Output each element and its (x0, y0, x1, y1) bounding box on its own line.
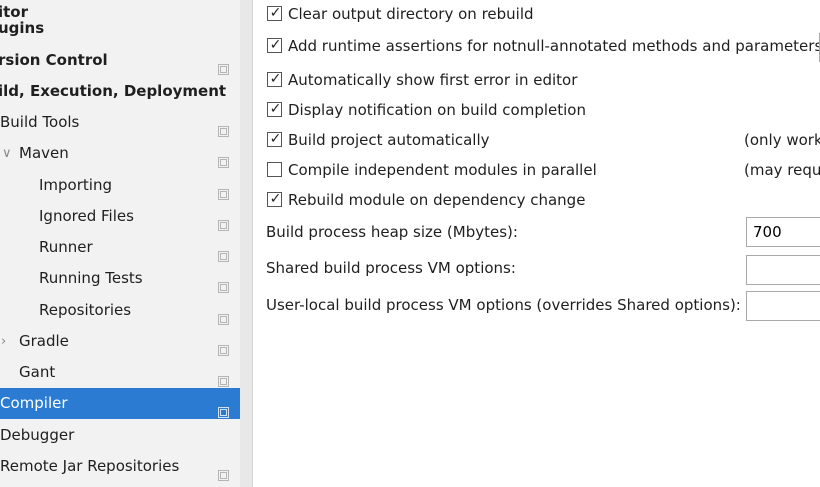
check-icon: ✓ (269, 191, 282, 207)
sidebar-item-label: Runner (39, 238, 93, 256)
runtime-assertions-checkbox[interactable]: ✓ (267, 37, 282, 53)
project-level-icon (218, 367, 229, 387)
sidebar-item-compiler[interactable]: Compiler (0, 388, 240, 419)
sidebar-item-build-execution-deployment[interactable]: ild, Execution, Deployment (0, 76, 240, 107)
sidebar-item-runner[interactable]: Runner (0, 232, 240, 263)
sidebar-item-label: Maven (19, 144, 69, 162)
check-icon: ✓ (269, 5, 282, 21)
sidebar-item-importing[interactable]: Importing (0, 170, 240, 201)
sidebar-item-label: Gradle (19, 332, 69, 350)
sidebar-item-plugins[interactable]: ugins (0, 13, 240, 44)
sidebar-item-maven[interactable]: ∨ Maven (0, 138, 240, 169)
project-level-icon (218, 242, 229, 262)
heap-size-input[interactable] (746, 217, 820, 247)
build-automatically-checkbox[interactable]: ✓ (267, 131, 282, 147)
check-icon: ✓ (269, 37, 282, 53)
show-first-error-checkbox[interactable]: ✓ (267, 71, 282, 87)
check-icon: ✓ (269, 131, 282, 147)
option-label: Rebuild module on dependency change (288, 191, 586, 209)
sidebar-item-debugger[interactable]: Debugger (0, 420, 240, 451)
check-icon: ✓ (269, 71, 282, 87)
parallel-compile-note: (may requi (744, 161, 820, 179)
sidebar-item-label: Importing (39, 176, 112, 194)
project-level-icon (218, 273, 229, 293)
sidebar-item-label: Ignored Files (39, 207, 134, 225)
project-level-icon (218, 305, 229, 325)
shared-vm-options-input[interactable] (746, 255, 820, 285)
sidebar-item-remote-jar-repositories[interactable]: Remote Jar Repositories (0, 451, 240, 482)
user-vm-options-input[interactable] (746, 291, 820, 321)
build-automatically-note: (only work (744, 131, 820, 149)
option-label: Compile independent modules in parallel (288, 161, 597, 179)
heap-size-label: Build process heap size (Mbytes): (266, 223, 518, 241)
sidebar-item-gant[interactable]: Gant (0, 357, 240, 388)
sidebar-item-label: Remote Jar Repositories (0, 457, 180, 475)
sidebar-item-label: Debugger (0, 426, 75, 444)
user-vm-options-label: User-local build process VM options (ove… (266, 296, 741, 314)
rebuild-on-dependency-checkbox[interactable]: ✓ (267, 191, 282, 207)
shared-vm-options-label: Shared build process VM options: (266, 259, 516, 277)
option-label: Display notification on build completion (288, 101, 586, 119)
sidebar-item-label: rsion Control (0, 51, 108, 69)
sidebar-item-label: ild, Execution, Deployment (0, 82, 227, 100)
project-level-icon (218, 117, 229, 137)
sidebar-item-version-control[interactable]: rsion Control (0, 45, 240, 76)
sidebar-item-label: Gant (19, 363, 56, 381)
check-icon: ✓ (269, 101, 282, 117)
sidebar-scrollbar[interactable] (240, 0, 253, 487)
project-level-icon (218, 55, 229, 75)
project-level-icon (218, 211, 229, 231)
settings-sidebar: itor ugins rsion Control ild, Execution,… (0, 0, 240, 487)
project-level-icon (218, 461, 229, 481)
clear-output-checkbox[interactable]: ✓ (267, 5, 282, 21)
project-level-icon (218, 336, 229, 356)
sidebar-item-ignored-files[interactable]: Ignored Files (0, 201, 240, 232)
sidebar-item-label: Build Tools (0, 113, 80, 131)
sidebar-item-gradle[interactable]: › Gradle (0, 326, 240, 357)
project-level-icon (218, 398, 229, 418)
sidebar-item-label: ugins (0, 19, 45, 37)
sidebar-item-label: Running Tests (39, 269, 143, 287)
build-notification-checkbox[interactable]: ✓ (267, 101, 282, 117)
project-level-icon (218, 180, 229, 200)
compiler-settings-panel: ✓ Clear output directory on rebuild ✓ Ad… (253, 0, 820, 487)
option-label: Clear output directory on rebuild (288, 5, 534, 23)
option-label: Build project automatically (288, 131, 490, 149)
option-label: Add runtime assertions for notnull-annot… (288, 37, 820, 55)
sidebar-item-running-tests[interactable]: Running Tests (0, 263, 240, 294)
chevron-right-icon[interactable]: › (1, 326, 6, 357)
sidebar-item-repositories[interactable]: Repositories (0, 295, 240, 326)
parallel-compile-checkbox[interactable]: ✓ (267, 162, 282, 177)
chevron-down-icon[interactable]: ∨ (2, 138, 12, 169)
sidebar-item-build-tools[interactable]: Build Tools (0, 107, 240, 138)
project-level-icon (218, 148, 229, 168)
option-label: Automatically show first error in editor (288, 71, 578, 89)
sidebar-item-label: Repositories (39, 301, 132, 319)
sidebar-item-label: Compiler (0, 394, 68, 412)
